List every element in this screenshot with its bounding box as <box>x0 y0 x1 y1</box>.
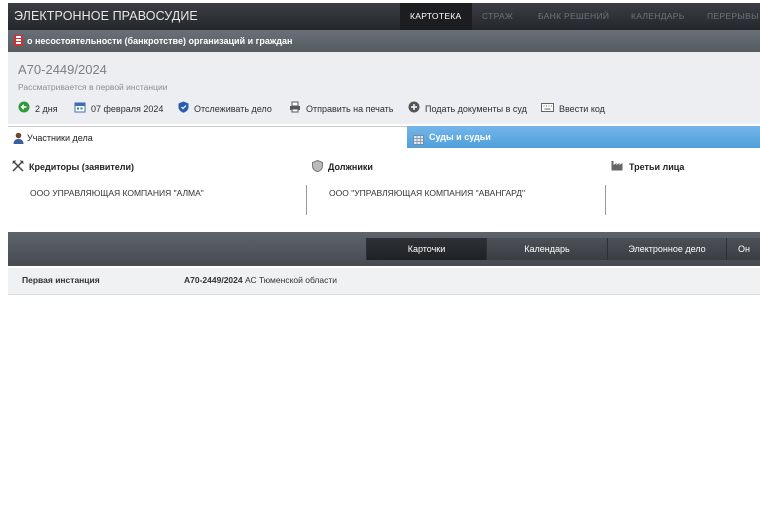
nav-strazh[interactable]: СТРАЖ <box>482 3 513 30</box>
tab-electronic-case[interactable]: Электронное дело <box>607 238 726 260</box>
track-case-label: Отслеживать дело <box>194 104 272 114</box>
calendar-icon <box>74 101 86 117</box>
enter-code-button[interactable]: Ввести код <box>541 102 605 116</box>
column-divider <box>306 185 307 215</box>
top-navigation-bar: ЭЛЕКТРОННОЕ ПРАВОСУДИЕ КАРТОТЕКА СТРАЖ Б… <box>8 3 760 30</box>
grid-icon <box>413 132 424 150</box>
tab-online[interactable]: Он <box>726 238 760 260</box>
nav-pereryvy[interactable]: ПЕРЕРЫВЫ <box>707 3 759 30</box>
column-divider <box>605 185 606 215</box>
document-icon <box>14 35 23 46</box>
creditor-name[interactable]: ООО УПРАВЛЯЮЩАЯ КОМПАНИЯ "АЛМА" <box>30 188 204 198</box>
days-label: 2 дня <box>35 104 58 114</box>
instance-case-number: А70-2449/2024 <box>184 275 243 285</box>
third-parties-heading: Третьи лица <box>611 160 684 173</box>
print-button[interactable]: Отправить на печать <box>289 101 394 117</box>
case-header: А70-2449/2024 Рассматривается в первой и… <box>8 52 760 124</box>
submit-documents-label: Подать документы в суд <box>425 104 527 114</box>
nav-kalendar[interactable]: КАЛЕНДАРЬ <box>631 3 685 30</box>
case-category-bar: о несостоятельности (банкротстве) органи… <box>8 30 760 52</box>
tab-cards[interactable]: Карточки <box>366 238 486 260</box>
nav-bank-resheniy[interactable]: БАНК РЕШЕНИЙ <box>538 3 609 30</box>
track-case-button[interactable]: Отслеживать дело <box>178 101 272 117</box>
tab-courts-judges[interactable]: Суды и судьи <box>407 126 760 148</box>
shield-outline-icon <box>312 159 323 174</box>
days-indicator: 2 дня <box>18 101 58 117</box>
debtors-title: Должники <box>328 162 373 172</box>
hearing-date: 07 февраля 2024 <box>74 102 163 116</box>
keyboard-icon <box>541 102 554 116</box>
back-arrow-icon <box>18 101 30 117</box>
debtors-heading: Должники <box>312 159 373 174</box>
factory-icon <box>611 160 624 173</box>
tab-participants[interactable]: Участники дела <box>8 126 407 149</box>
instance-label: Первая инстанция <box>22 275 100 285</box>
creditors-title: Кредиторы (заявители) <box>29 162 135 172</box>
creditors-heading: Кредиторы (заявители) <box>12 160 134 174</box>
submit-documents-button[interactable]: Подать документы в суд <box>408 101 527 117</box>
hearing-date-label: 07 февраля 2024 <box>91 104 164 114</box>
third-parties-title: Третьи лица <box>629 161 685 172</box>
tab-participants-label: Участники дела <box>27 133 93 143</box>
brand-title[interactable]: ЭЛЕКТРОННОЕ ПРАВОСУДИЕ <box>14 3 198 30</box>
instance-court: АС Тюменской области <box>242 275 338 285</box>
case-status: Рассматривается в первой инстанции <box>18 82 168 92</box>
person-icon <box>13 131 24 149</box>
debtor-name[interactable]: ООО "УПРАВЛЯЮЩАЯ КОМПАНИЯ "АВАНГАРД" <box>329 188 525 198</box>
case-category: о несостоятельности (банкротстве) органи… <box>27 36 293 46</box>
print-label: Отправить на печать <box>306 104 394 114</box>
instance-row[interactable]: Первая инстанция А70-2449/2024 АС Тюменс… <box>8 268 760 295</box>
nav-kartoteka[interactable]: КАРТОТЕКА <box>400 3 472 30</box>
tab-calendar[interactable]: Календарь <box>486 238 607 260</box>
crossed-swords-icon <box>12 160 24 174</box>
plus-circle-icon <box>408 101 420 117</box>
printer-icon <box>289 101 301 117</box>
shield-icon <box>178 101 189 117</box>
instance-info: А70-2449/2024 АС Тюменской области <box>184 268 337 292</box>
enter-code-label: Ввести код <box>559 104 605 114</box>
tab-courts-judges-label: Суды и судьи <box>429 132 491 142</box>
case-number: А70-2449/2024 <box>18 62 107 77</box>
